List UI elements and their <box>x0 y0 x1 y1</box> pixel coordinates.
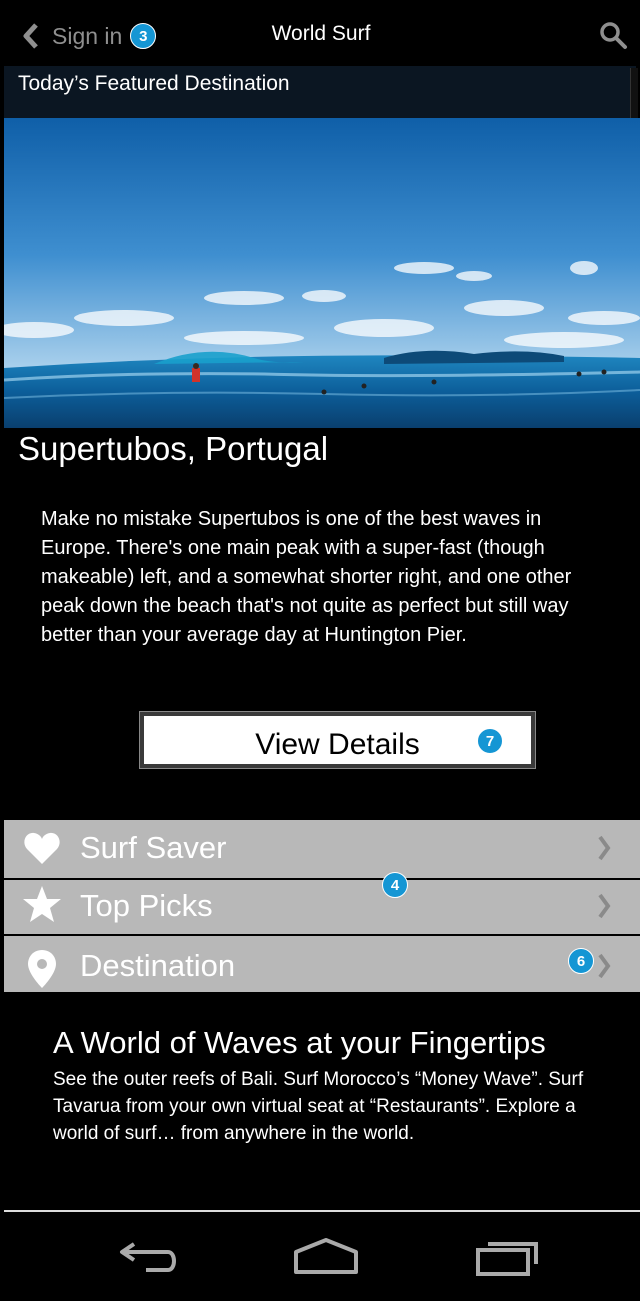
menu-divider <box>0 878 640 880</box>
recent-apps-icon[interactable] <box>474 1236 542 1276</box>
menu-list: Surf Saver Top Picks Destination 6 <box>4 820 640 992</box>
chevron-right-icon <box>598 953 611 979</box>
menu-item-surf-saver[interactable]: Surf Saver <box>4 820 640 876</box>
view-details-button[interactable]: View Details 7 <box>139 711 536 769</box>
destination-description: Make no mistake Supertubos is one of the… <box>41 508 572 646</box>
app-title: World Surf <box>271 22 371 45</box>
search-icon[interactable] <box>598 20 628 50</box>
scroll-edge <box>630 68 638 118</box>
promo-body: See the outer reefs of Bali. Surf Morocc… <box>53 1069 584 1144</box>
heart-icon <box>24 832 60 864</box>
map-pin-icon <box>28 950 56 988</box>
view-details-badge: 7 <box>477 728 503 754</box>
system-navigation-bar <box>4 1210 640 1301</box>
home-icon[interactable] <box>292 1236 360 1276</box>
menu-item-label: Top Picks <box>80 888 213 923</box>
menu-item-top-picks[interactable]: Top Picks <box>4 878 640 934</box>
chevron-right-icon <box>598 893 611 919</box>
destination-badge: 6 <box>568 948 594 974</box>
menu-item-destination[interactable]: Destination 6 <box>4 938 640 994</box>
promo-title: A World of Waves at your Fingertips <box>53 1025 546 1060</box>
surf-photo <box>4 118 640 428</box>
destination-hero-image <box>4 118 640 428</box>
view-details-label: View Details <box>255 728 420 761</box>
menu-item-label: Destination <box>80 948 236 983</box>
top-app-bar: Sign in 3 World Surf <box>4 2 638 66</box>
menu-item-label: Surf Saver <box>80 830 227 865</box>
destination-title: Supertubos, Portugal <box>18 430 329 467</box>
menu-divider <box>0 934 640 936</box>
chevron-right-icon <box>598 835 611 861</box>
featured-destination-label: Today’s Featured Destination <box>18 72 290 95</box>
back-arrow-icon[interactable] <box>116 1236 182 1276</box>
menu-group-badge: 4 <box>382 872 408 898</box>
featured-destination-bar: Today’s Featured Destination <box>4 66 636 118</box>
star-icon <box>23 886 61 922</box>
